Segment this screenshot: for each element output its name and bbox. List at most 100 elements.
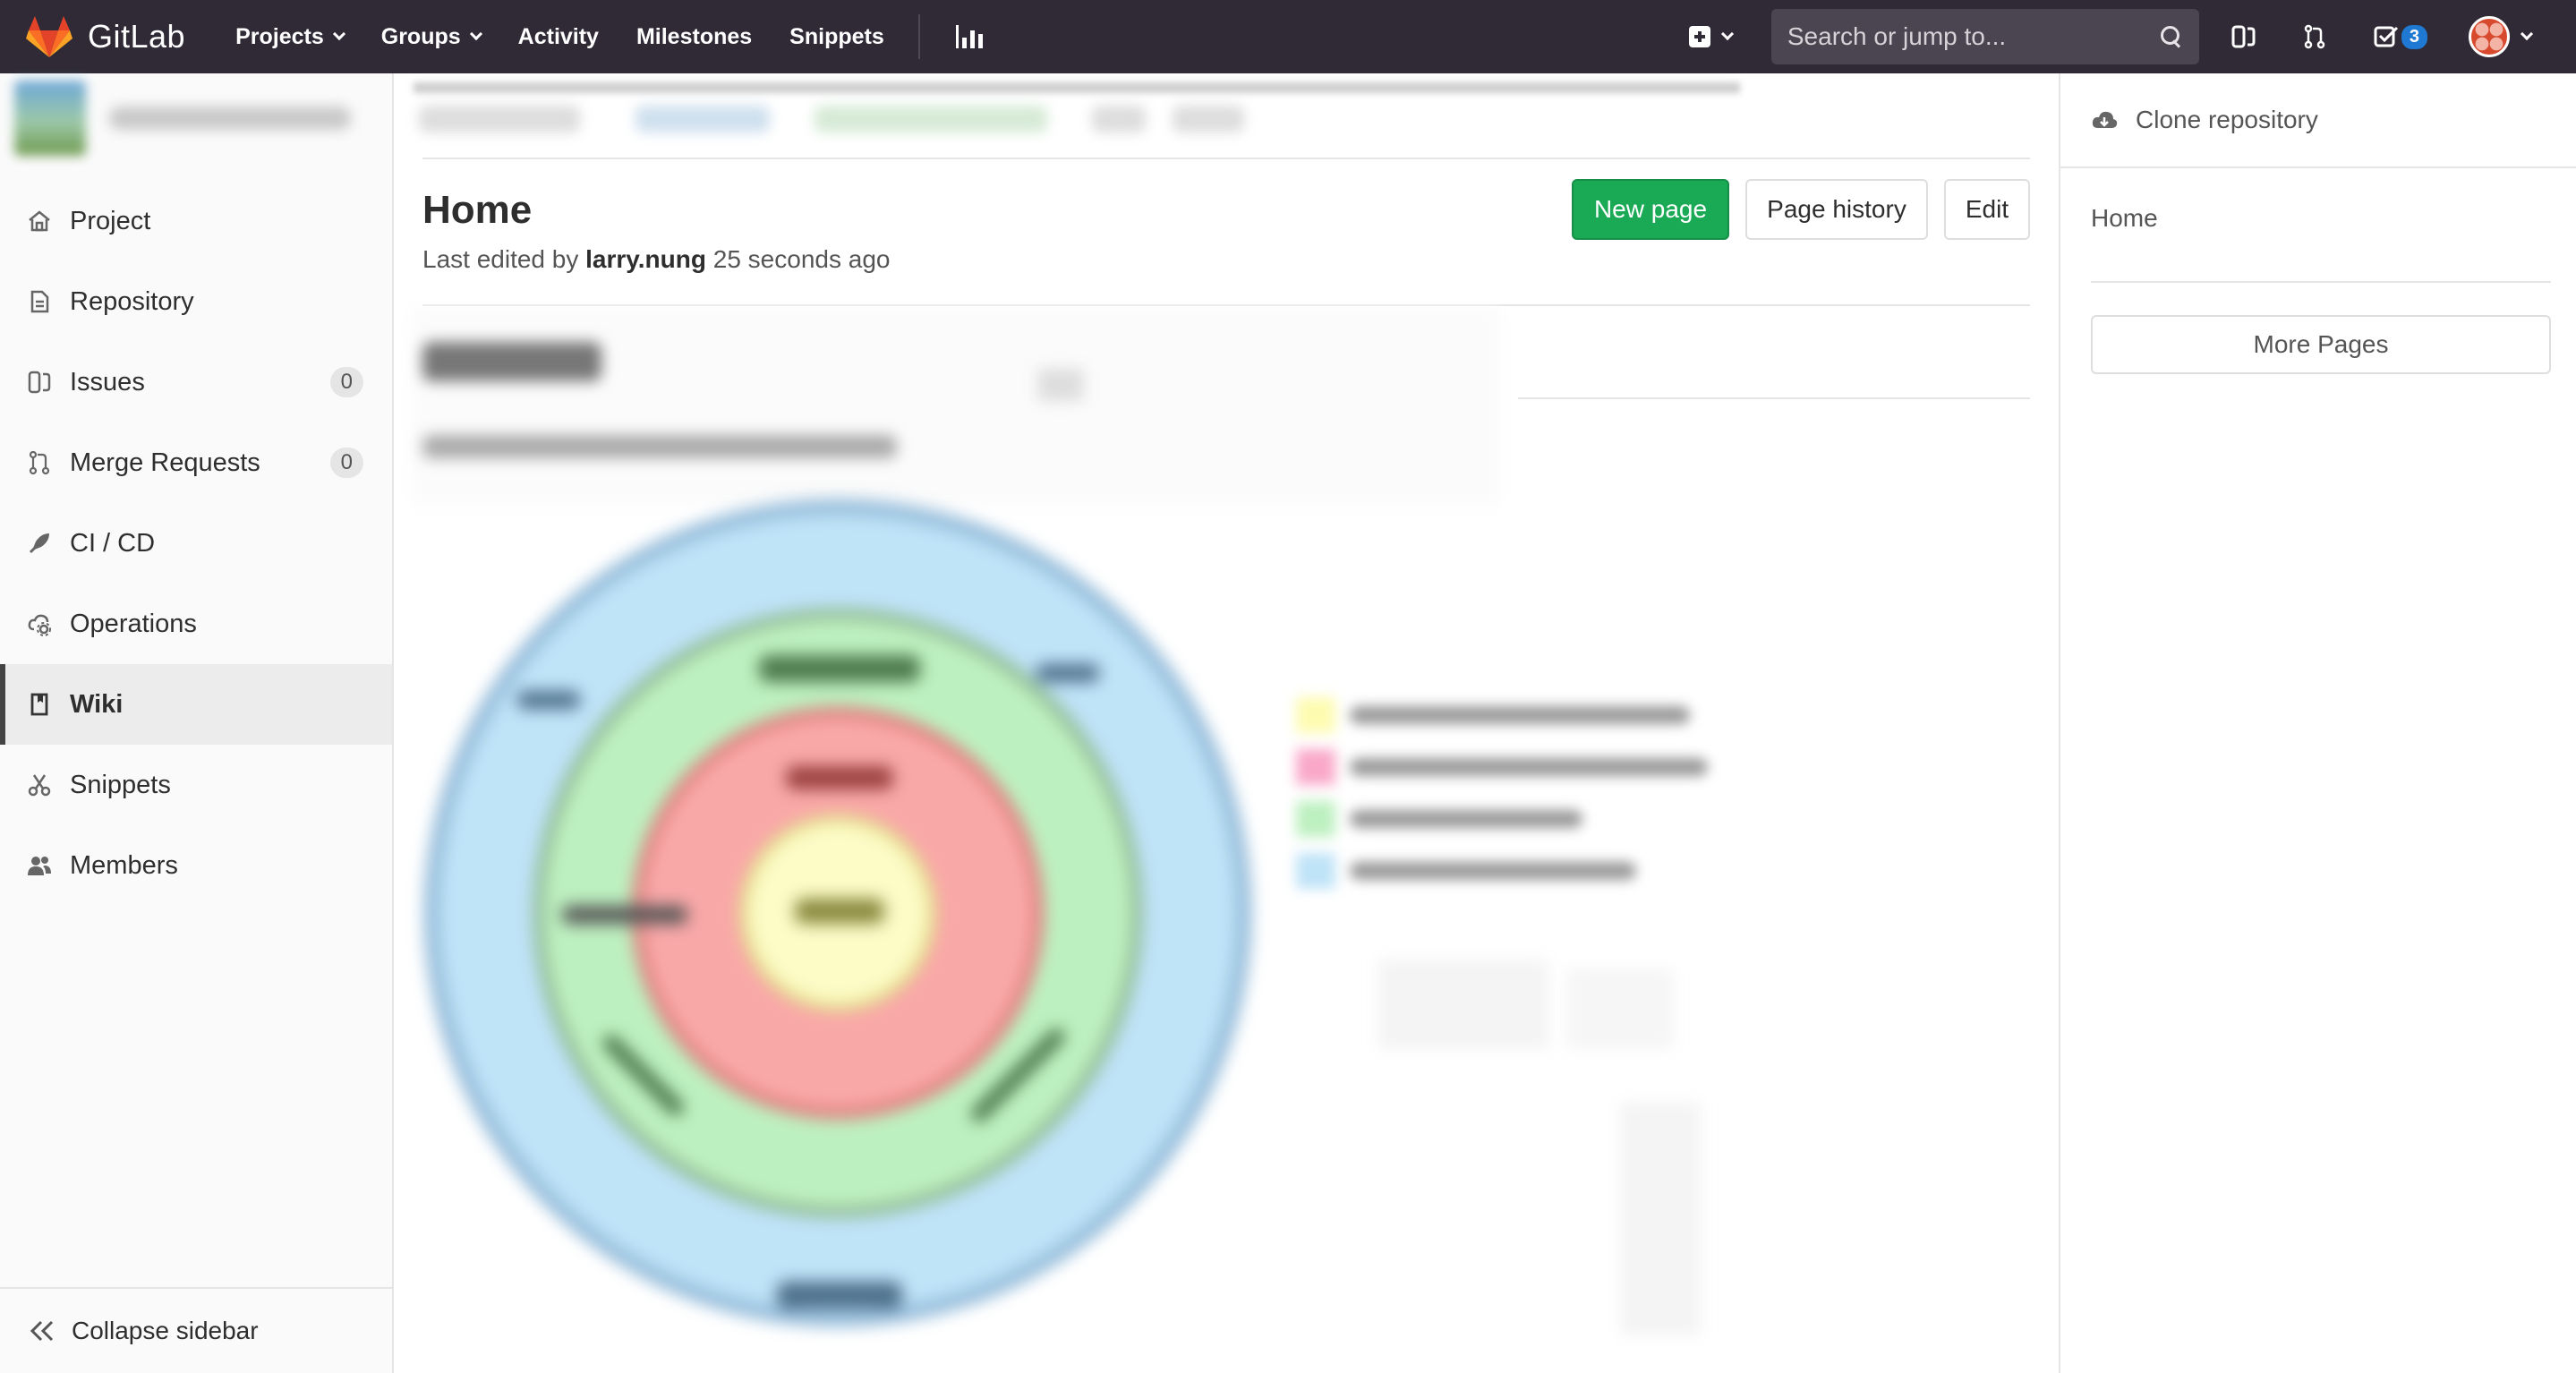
nav-snippets[interactable]: Snippets xyxy=(789,24,884,50)
clone-repository-label: Clone repository xyxy=(2136,106,2318,133)
new-dropdown-button[interactable] xyxy=(1688,26,1734,47)
plus-square-icon xyxy=(1688,26,1710,47)
merge-requests-count-badge: 0 xyxy=(329,448,363,478)
redacted-block xyxy=(412,308,1500,505)
nav-milestones[interactable]: Milestones xyxy=(636,24,752,50)
sidebar-item-operations[interactable]: Operations xyxy=(0,584,392,664)
new-page-button[interactable]: New page xyxy=(1572,179,1729,240)
nav-right: 3 xyxy=(1688,0,2576,73)
chevron-down-icon xyxy=(332,27,345,41)
project-header[interactable] xyxy=(0,73,392,163)
search-input[interactable] xyxy=(1787,22,2160,51)
avatar xyxy=(2469,16,2510,57)
edited-time: 25 seconds ago xyxy=(712,245,891,273)
breadcrumb-redacted xyxy=(1173,106,1244,132)
todo-count-badge: 3 xyxy=(2401,24,2427,49)
sidebar-item-members[interactable]: Members xyxy=(0,825,392,906)
last-edited-info: Last edited by larry.nung 25 seconds ago xyxy=(422,245,890,274)
top-navbar: GitLab Projects Groups Activity Mileston… xyxy=(0,0,2576,73)
todos-button[interactable]: 3 xyxy=(2373,23,2427,50)
analytics-chart-icon[interactable] xyxy=(955,25,983,48)
wiki-main-content: Home Last edited by larry.nung 25 second… xyxy=(394,73,2059,1373)
project-sidebar: Project Repository Issues 0 Merge Reques… xyxy=(0,73,394,1373)
nav-activity-label: Activity xyxy=(517,23,599,49)
breadcrumb-redacted xyxy=(1092,106,1146,132)
sidebar-item-label: CI / CD xyxy=(70,528,156,558)
gitlab-tanuki-icon xyxy=(26,16,73,57)
user-menu-button[interactable] xyxy=(2469,16,2534,57)
users-icon xyxy=(28,857,51,875)
sidebar-item-merge-requests[interactable]: Merge Requests 0 xyxy=(0,422,392,503)
sidebar-item-project[interactable]: Project xyxy=(0,181,392,261)
nav-projects[interactable]: Projects xyxy=(235,23,345,50)
more-pages-button[interactable]: More Pages xyxy=(2091,315,2551,374)
breadcrumb-redacted xyxy=(419,106,580,132)
redacted-block xyxy=(1378,959,1548,1049)
sidebar-item-label: Snippets xyxy=(70,770,171,799)
nav-activity[interactable]: Activity xyxy=(518,24,599,50)
edit-button[interactable]: Edit xyxy=(1944,179,2030,240)
nav-projects-label: Projects xyxy=(235,23,324,49)
merge-request-icon[interactable] xyxy=(2301,23,2328,50)
chevron-down-icon xyxy=(1720,27,1734,41)
rocket-icon xyxy=(29,533,49,554)
project-avatar xyxy=(14,81,86,156)
chevron-down-icon xyxy=(2520,27,2534,41)
redacted-text xyxy=(422,435,897,458)
home-icon xyxy=(29,210,50,232)
brand-logo-link[interactable]: GitLab xyxy=(25,0,185,73)
issues-icon[interactable] xyxy=(2230,23,2256,50)
wiki-right-sidebar: Clone repository Home More Pages xyxy=(2059,73,2576,1373)
sidebar-item-ci-cd[interactable]: CI / CD xyxy=(0,503,392,584)
breadcrumb-redacted xyxy=(414,82,1740,93)
divider xyxy=(422,304,2030,306)
collapse-sidebar-label: Collapse sidebar xyxy=(72,1317,259,1344)
clone-repository-button[interactable]: Clone repository xyxy=(2060,73,2576,168)
nav-groups[interactable]: Groups xyxy=(380,23,482,50)
wiki-page-link-home[interactable]: Home xyxy=(2091,204,2158,233)
last-edited-prefix: Last edited by xyxy=(422,245,579,273)
search-box xyxy=(1770,9,2199,64)
issues-count-badge: 0 xyxy=(329,367,363,397)
breadcrumb-redacted xyxy=(815,106,1047,132)
nav-milestones-label: Milestones xyxy=(635,23,753,49)
redacted-block xyxy=(1566,968,1674,1049)
nav-groups-label: Groups xyxy=(380,23,461,49)
nav-divider xyxy=(917,14,920,59)
legend-item-redacted xyxy=(1296,853,1636,889)
scissors-icon xyxy=(28,774,51,797)
search-icon[interactable] xyxy=(2160,25,2183,48)
redacted-block xyxy=(1620,1103,1701,1335)
main-nav: Projects Groups Activity Milestones Snip… xyxy=(235,0,983,73)
sidebar-item-label: Issues xyxy=(70,367,145,397)
architecture-diagram-image-redacted xyxy=(424,499,1251,1326)
author-link[interactable]: larry.nung xyxy=(585,245,706,273)
double-chevron-left-icon xyxy=(30,1320,54,1342)
breadcrumb-redacted xyxy=(635,106,770,132)
redacted-block xyxy=(1038,369,1083,401)
book-icon xyxy=(30,693,48,716)
divider xyxy=(422,158,2030,159)
issues-icon xyxy=(28,371,51,394)
sidebar-item-repository[interactable]: Repository xyxy=(0,261,392,342)
sidebar-item-snippets[interactable]: Snippets xyxy=(0,745,392,825)
file-icon xyxy=(30,290,49,313)
sidebar-item-wiki[interactable]: Wiki xyxy=(0,664,392,745)
redacted-heading xyxy=(422,342,601,381)
sidebar-item-label: Merge Requests xyxy=(70,448,260,477)
divider xyxy=(1518,397,2030,399)
cloud-gear-icon xyxy=(28,614,51,636)
sidebar-item-label: Operations xyxy=(70,609,197,638)
divider xyxy=(2091,281,2551,283)
sidebar-item-issues[interactable]: Issues 0 xyxy=(0,342,392,422)
legend-item-redacted xyxy=(1296,749,1708,785)
collapse-sidebar-button[interactable]: Collapse sidebar xyxy=(0,1287,392,1373)
sidebar-item-label: Repository xyxy=(70,286,194,316)
nav-snippets-label: Snippets xyxy=(789,23,884,49)
legend-item-redacted xyxy=(1296,697,1690,733)
page-history-button[interactable]: Page history xyxy=(1745,179,1928,240)
merge-request-icon xyxy=(29,450,50,475)
brand-name: GitLab xyxy=(88,18,186,55)
chevron-down-icon xyxy=(469,27,482,41)
page-title: Home xyxy=(422,188,533,232)
